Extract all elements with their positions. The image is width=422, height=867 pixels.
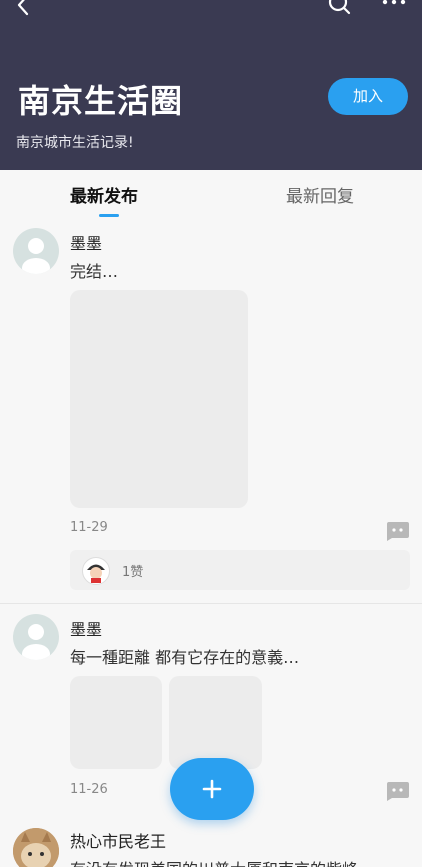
search-icon[interactable] xyxy=(326,0,352,20)
default-avatar-icon xyxy=(22,238,50,274)
post-image[interactable] xyxy=(169,676,262,769)
group-title: 南京生活圈 xyxy=(18,82,184,120)
likes-count: 1赞 xyxy=(122,565,144,580)
tab-latest[interactable]: 最新发布 xyxy=(70,182,138,207)
comment-icon[interactable] xyxy=(384,520,410,542)
cat-avatar-icon xyxy=(13,828,59,867)
post-date: 11-26 xyxy=(70,782,108,797)
group-subtitle: 南京城市生活记录! xyxy=(16,135,134,151)
tab-bar: 最新发布 最新回复 xyxy=(0,170,422,220)
post-image[interactable] xyxy=(70,676,162,769)
more-icon[interactable] xyxy=(380,0,408,18)
post-author[interactable]: 墨墨 xyxy=(70,616,102,640)
back-arrow-icon[interactable] xyxy=(10,0,36,20)
post-author[interactable]: 墨墨 xyxy=(70,230,102,254)
tab-indicator xyxy=(99,214,119,217)
default-avatar-icon xyxy=(22,624,50,660)
avatar[interactable] xyxy=(13,614,59,660)
post-item[interactable]: 热心市民老王 有没有发现美国的川普大厦和南京的紫峰 xyxy=(0,824,422,867)
avatar[interactable] xyxy=(13,228,59,274)
plus-icon xyxy=(202,779,222,799)
post-item[interactable]: 墨墨 完结… 11-29 1赞 xyxy=(0,220,422,600)
likes-bar[interactable]: 1赞 xyxy=(70,550,410,590)
post-author[interactable]: 热心市民老王 xyxy=(70,828,166,852)
avatar[interactable] xyxy=(13,828,59,867)
liker-avatar[interactable] xyxy=(82,557,110,585)
post-date: 11-29 xyxy=(70,520,108,535)
post-image[interactable] xyxy=(70,290,248,508)
cartoon-avatar-icon xyxy=(84,559,108,583)
comment-icon[interactable] xyxy=(384,780,410,802)
post-content[interactable]: 有没有发现美国的川普大厦和南京的紫峰 xyxy=(70,856,358,867)
new-post-button[interactable] xyxy=(170,758,254,820)
post-content[interactable]: 每一種距離 都有它存在的意義… xyxy=(70,644,299,668)
join-button[interactable]: 加入 xyxy=(328,78,408,115)
group-header: 南京生活圈 加入 南京城市生活记录! xyxy=(0,0,422,170)
post-content[interactable]: 完结… xyxy=(70,258,118,282)
tab-latest-reply[interactable]: 最新回复 xyxy=(286,182,354,207)
